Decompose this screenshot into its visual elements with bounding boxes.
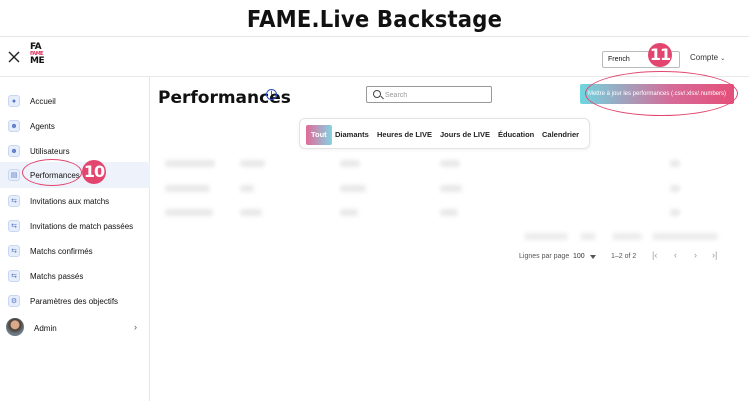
last-page-icon[interactable]: ›| — [712, 250, 717, 260]
match-icon: ⇆ — [8, 245, 20, 257]
callout-badge-10: 10 — [82, 160, 106, 184]
tab-heures-live[interactable]: Heures de LIVE — [377, 127, 432, 143]
fame-logo: FA FAME ME — [30, 43, 52, 71]
filter-tabs: Tout Diamants Heures de LIVE Jours de LI… — [299, 118, 590, 149]
sidebar-item-label: Invitations de match passées — [30, 221, 134, 231]
tab-education[interactable]: Éducation — [498, 127, 534, 143]
top-bar: FA FAME ME French Compte ⌄ — [0, 37, 749, 77]
chevron-right-icon: › — [134, 322, 137, 332]
user-name: Admin — [34, 324, 57, 333]
sidebar: ● Accueil ☻ Agents ☻ Utilisateurs ▤ Perf… — [0, 77, 150, 401]
logo-bottom: ME — [30, 56, 45, 66]
home-icon: ● — [8, 95, 20, 107]
sidebar-item-label: Matchs passés — [30, 271, 84, 281]
account-label: Compte — [690, 53, 719, 62]
page-range: 1–2 of 2 — [611, 253, 637, 260]
table-row — [160, 185, 715, 194]
page-title: FAME.Live Backstage — [246, 7, 503, 33]
tab-diamants[interactable]: Diamants — [335, 127, 369, 143]
sidebar-item-utilisateurs[interactable]: ☻ Utilisateurs — [0, 139, 150, 163]
sidebar-item-invitations-passees[interactable]: ⇆ Invitations de match passées — [0, 214, 150, 238]
avatar — [6, 318, 24, 336]
rows-per-page-select[interactable]: 100 — [573, 253, 585, 260]
callout-ring-sidebar — [22, 159, 82, 186]
sidebar-item-label: Paramètres des objectifs — [30, 296, 119, 306]
user-icon: ☻ — [8, 145, 20, 157]
search-input[interactable] — [385, 89, 485, 101]
tab-tout[interactable]: Tout — [306, 125, 332, 145]
rows-per-page-label: Lignes par page — [519, 253, 570, 260]
tab-calendrier[interactable]: Calendrier — [542, 127, 579, 143]
chevron-down-icon: ⌄ — [720, 56, 726, 62]
callout-badge-11: 11 — [648, 43, 672, 67]
search-box[interactable] — [366, 86, 492, 103]
user-icon: ☻ — [8, 120, 20, 132]
sidebar-item-agents[interactable]: ☻ Agents — [0, 114, 150, 138]
account-menu[interactable]: Compte ⌄ — [690, 53, 725, 62]
sidebar-item-label: Accueil — [30, 96, 56, 106]
caret-down-icon — [590, 255, 596, 259]
sidebar-item-parametres-objectifs[interactable]: ⚙ Paramètres des objectifs — [0, 289, 150, 313]
sidebar-item-matchs-confirmes[interactable]: ⇆ Matchs confirmés — [0, 239, 150, 263]
search-icon — [373, 90, 381, 98]
sidebar-item-label: Agents — [30, 121, 55, 131]
sidebar-item-matchs-passes[interactable]: ⇆ Matchs passés — [0, 264, 150, 288]
gear-icon: ⚙ — [8, 295, 20, 307]
table-row — [160, 160, 715, 169]
sidebar-item-label: Matchs confirmés — [30, 246, 93, 256]
first-page-icon[interactable]: |‹ — [652, 250, 657, 260]
sidebar-item-accueil[interactable]: ● Accueil — [0, 89, 150, 113]
sidebar-item-label: Utilisateurs — [30, 146, 70, 156]
match-icon: ⇆ — [8, 220, 20, 232]
tab-jours-live[interactable]: Jours de LIVE — [440, 127, 490, 143]
chart-icon: ▤ — [8, 169, 20, 181]
close-icon[interactable] — [8, 51, 20, 63]
next-page-icon[interactable]: › — [694, 250, 697, 260]
sidebar-item-label: Invitations aux matchs — [30, 196, 110, 206]
callout-ring-upload — [585, 71, 738, 116]
info-icon[interactable]: i — [266, 89, 277, 100]
previous-page-icon[interactable]: ‹ — [674, 250, 677, 260]
sidebar-item-invitations-matchs[interactable]: ⇆ Invitations aux matchs — [0, 189, 150, 213]
table-row — [160, 209, 715, 218]
match-icon: ⇆ — [8, 195, 20, 207]
match-icon: ⇆ — [8, 270, 20, 282]
